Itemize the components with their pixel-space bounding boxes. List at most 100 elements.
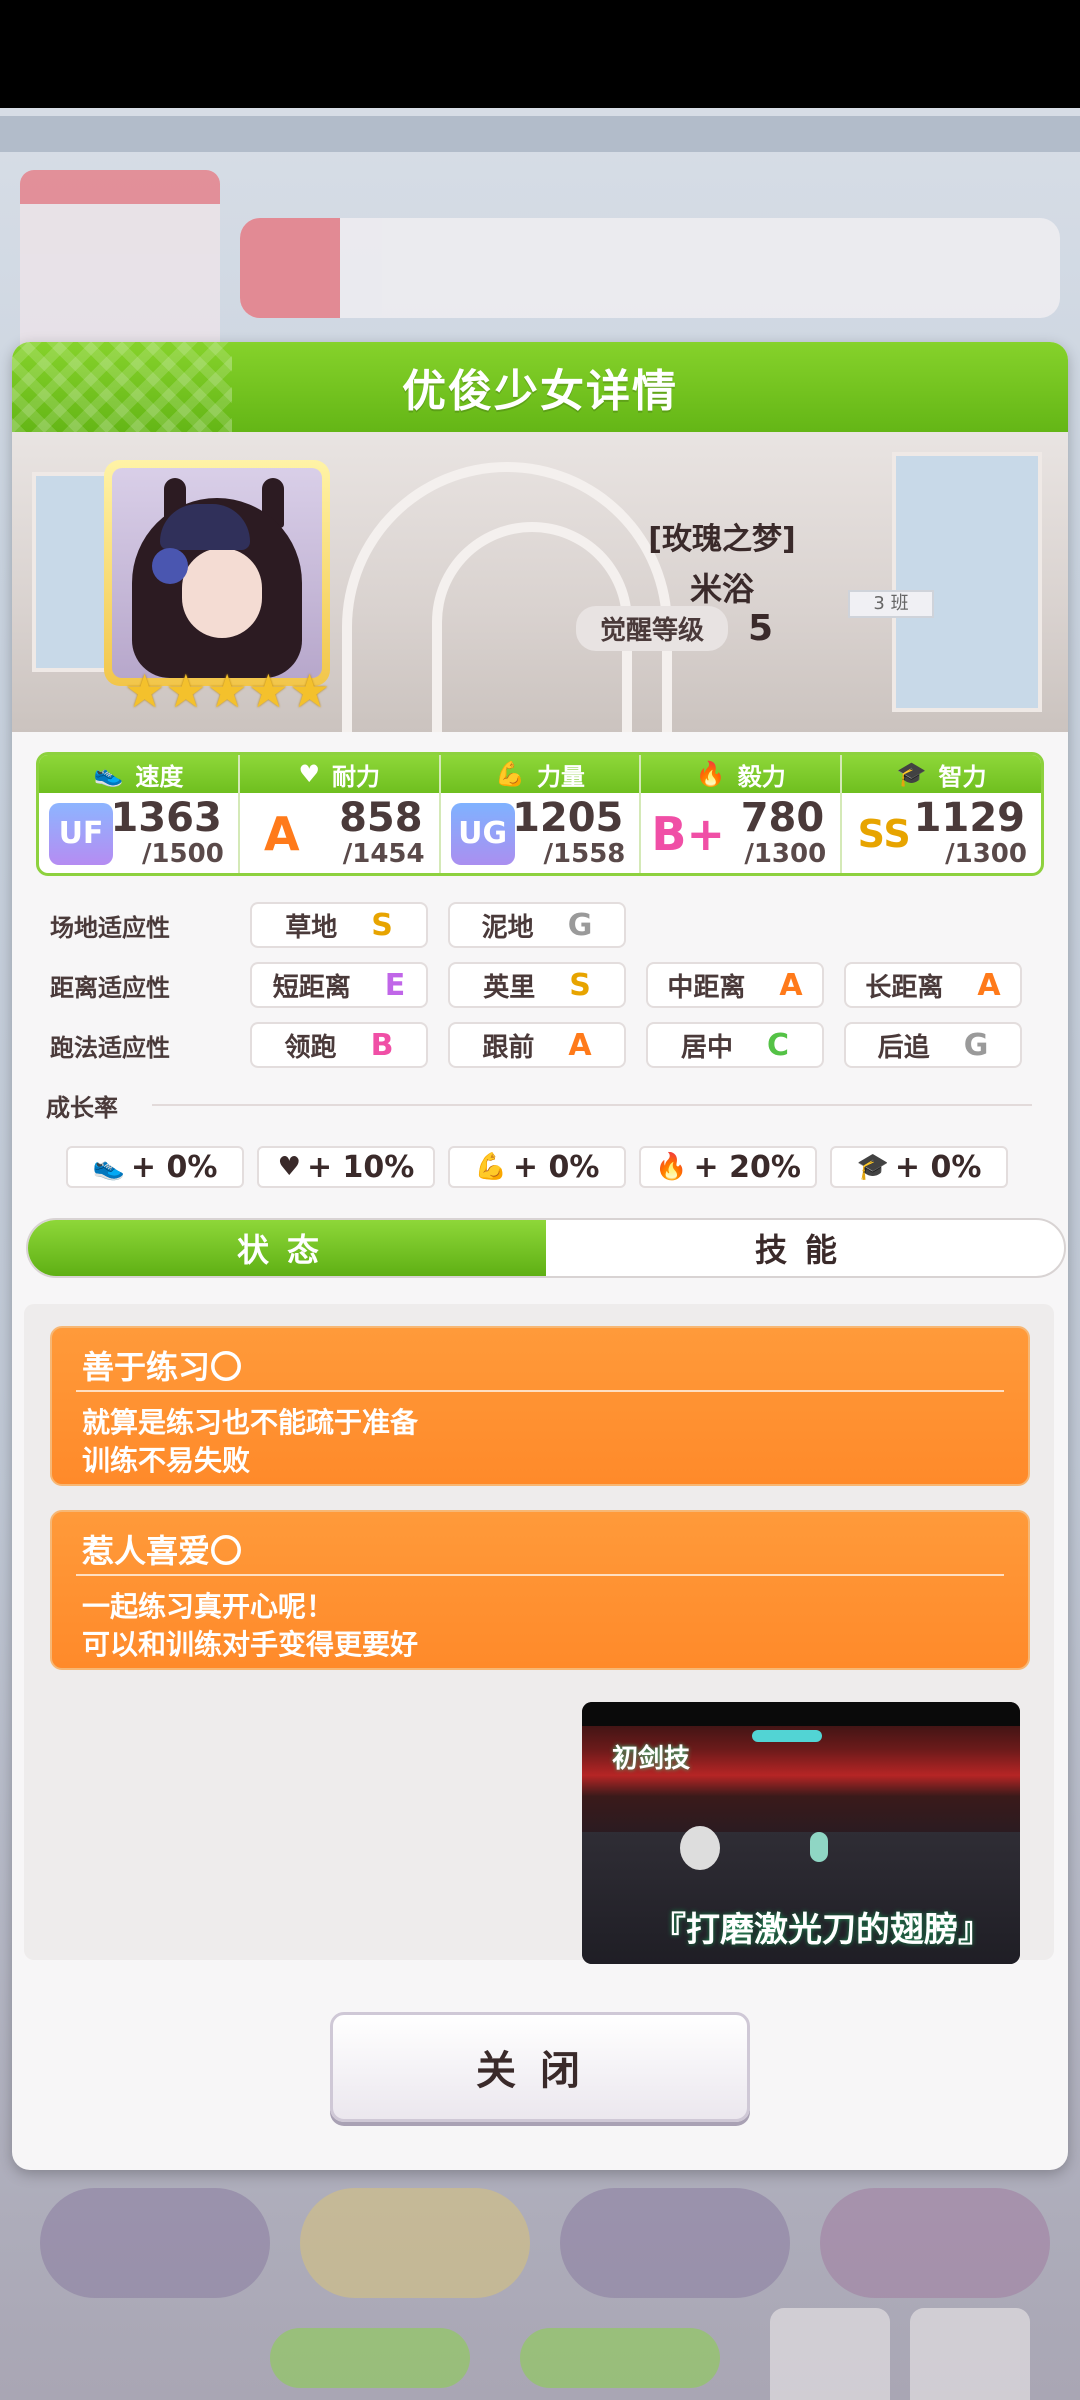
growth-cell: 🎓 + 0% <box>830 1146 1008 1188</box>
track-aptitude-row: 场地适应性 草地 S 泥地 G <box>50 900 1050 950</box>
stat-max: /1300 <box>744 839 827 869</box>
apt-cell: 后追 G <box>844 1022 1022 1068</box>
stat-label: 速度 <box>135 762 184 791</box>
apt-cell: 草地 S <box>250 902 428 948</box>
modal-title: 优俊少女详情 <box>402 366 678 417</box>
skill-card[interactable]: 善于练习〇 就算是练习也不能疏于准备 训练不易失败 <box>50 1326 1030 1486</box>
background-banner <box>240 218 1060 318</box>
skill-description: 就算是练习也不能疏于准备 训练不易失败 <box>82 1406 419 1477</box>
star-icon: ★ <box>247 664 289 718</box>
character-portrait[interactable] <box>104 460 330 686</box>
shoe-icon: 👟 <box>92 1152 125 1182</box>
rose-icon <box>152 548 188 584</box>
star-icon: ★ <box>124 664 166 718</box>
skill-name: 惹人喜爱〇 <box>82 1532 243 1570</box>
apt-label: 跑法适应性 <box>50 1033 170 1062</box>
flame-icon: 🔥 <box>695 760 726 788</box>
character-hero: ★ ★ ★ ★ ★ [玫瑰之梦] 米浴 3 班 觉醒等级 5 <box>12 432 1068 732</box>
apt-cell: 跟前 A <box>448 1022 626 1068</box>
status-bar <box>0 0 1080 108</box>
stat-max: /1454 <box>342 839 425 869</box>
flame-icon: 🔥 <box>655 1152 688 1182</box>
stat-max: /1558 <box>543 839 626 869</box>
muscle-icon: 💪 <box>474 1152 507 1182</box>
tab-status[interactable]: 状态 <box>28 1220 546 1276</box>
rarity-stars: ★ ★ ★ ★ ★ <box>124 668 330 714</box>
rank-badge: SS <box>857 812 911 856</box>
enemy-figure <box>810 1832 828 1862</box>
growth-row: 👟 + 0% ♥ + 10% 💪 + 0% 🔥 + 20% 🎓 + 0% <box>66 1146 1021 1188</box>
shoe-icon: 👟 <box>93 760 124 788</box>
distance-aptitude-row: 距离适应性 短距离 E 英里 S 中距离 A 长距离 A <box>50 960 1050 1010</box>
growth-cell: 🔥 + 20% <box>639 1146 817 1188</box>
grade-badge: A <box>977 967 1001 1003</box>
hp-bar <box>752 1730 822 1742</box>
awaken-label: 觉醒等级 <box>576 606 729 651</box>
stat-value: 780 <box>740 795 825 841</box>
grade-badge: B <box>370 1027 394 1063</box>
skill-card[interactable]: 惹人喜爱〇 一起练习真开心呢！ 可以和训练对手变得更要好 <box>50 1510 1030 1670</box>
character-figure <box>680 1826 720 1870</box>
stat-label: 耐力 <box>331 762 380 791</box>
divider <box>152 1104 1032 1106</box>
awaken-level: 觉醒等级 5 <box>576 606 773 651</box>
heart-icon: ♥ <box>298 760 320 788</box>
graduation-cap-icon: 🎓 <box>856 1152 889 1182</box>
heart-icon: ♥ <box>277 1152 301 1182</box>
grade-badge: S <box>371 907 393 943</box>
detail-tabs: 状态 技能 <box>26 1218 1066 1278</box>
close-button[interactable]: 关闭 <box>330 2012 750 2122</box>
stat-value: 1205 <box>512 795 624 841</box>
apt-cell: 长距离 A <box>844 962 1022 1008</box>
grade-badge: G <box>963 1027 989 1063</box>
stat-label: 智力 <box>938 762 987 791</box>
stat-max: /1500 <box>141 839 224 869</box>
grade-badge: A <box>568 1027 592 1063</box>
rank-badge: UG <box>450 803 515 865</box>
skill-preview-video[interactable]: 初剑技 『打磨激光刀的翅膀』 <box>582 1702 1020 1964</box>
grade-badge: S <box>569 967 591 1003</box>
apt-cell: 领跑 B <box>250 1022 428 1068</box>
style-aptitude-row: 跑法适应性 领跑 B 跟前 A 居中 C 后追 G <box>50 1020 1050 1070</box>
skill-description: 一起练习真开心呢！ 可以和训练对手变得更要好 <box>82 1590 419 1661</box>
apt-label: 距离适应性 <box>50 973 170 1002</box>
stat-value: 1363 <box>110 795 222 841</box>
video-caption: 『打磨激光刀的翅膀』 <box>652 1910 992 1950</box>
rank-badge: A <box>263 807 300 861</box>
modal-header: 优俊少女详情 <box>12 342 1068 432</box>
background-strip <box>0 116 1080 152</box>
stat-label: 力量 <box>536 762 585 791</box>
apt-cell: 英里 S <box>448 962 626 1008</box>
star-icon: ★ <box>289 664 331 718</box>
character-epithet: [玫瑰之梦] <box>648 522 796 557</box>
stat-wisdom: 🎓 智力 SS 1129 /1300 <box>842 755 1041 873</box>
apt-cell: 短距离 E <box>250 962 428 1008</box>
stat-power: 💪 力量 UG 1205 /1558 <box>440 755 642 873</box>
class-tag: 3 班 <box>848 590 934 618</box>
growth-cell: 💪 + 0% <box>448 1146 626 1188</box>
apt-cell: 中距离 A <box>646 962 824 1008</box>
stat-value: 1129 <box>913 795 1025 841</box>
rank-badge: UF <box>49 803 113 865</box>
star-icon: ★ <box>165 664 207 718</box>
character-name: 米浴 <box>689 570 754 608</box>
apt-cell: 居中 C <box>646 1022 824 1068</box>
graduation-cap-icon: 🎓 <box>896 760 927 788</box>
tab-skills[interactable]: 技能 <box>546 1220 1064 1276</box>
rank-badge: B+ <box>651 807 725 861</box>
background-calendar <box>20 170 220 370</box>
muscle-icon: 💪 <box>495 760 525 788</box>
stat-speed: 👟 速度 UF 1363 /1500 <box>39 755 240 873</box>
grade-badge: G <box>567 907 593 943</box>
stat-label: 毅力 <box>737 762 786 791</box>
grade-badge: A <box>779 967 803 1003</box>
skill-name: 善于练习〇 <box>82 1348 243 1386</box>
stat-value: 858 <box>339 795 423 841</box>
stat-stamina: ♥ 耐力 A 858 /1454 <box>239 755 441 873</box>
stats-table: 👟 速度 UF 1363 /1500 ♥ 耐力 A 858 /1454 💪 力量 UG… <box>36 752 1044 876</box>
growth-label: 成长率 <box>46 1094 118 1122</box>
grade-badge: C <box>766 1027 790 1063</box>
apt-cell: 泥地 G <box>448 902 626 948</box>
stat-guts: 🔥 毅力 B+ 780 /1300 <box>641 755 843 873</box>
stat-max: /1300 <box>945 839 1027 869</box>
